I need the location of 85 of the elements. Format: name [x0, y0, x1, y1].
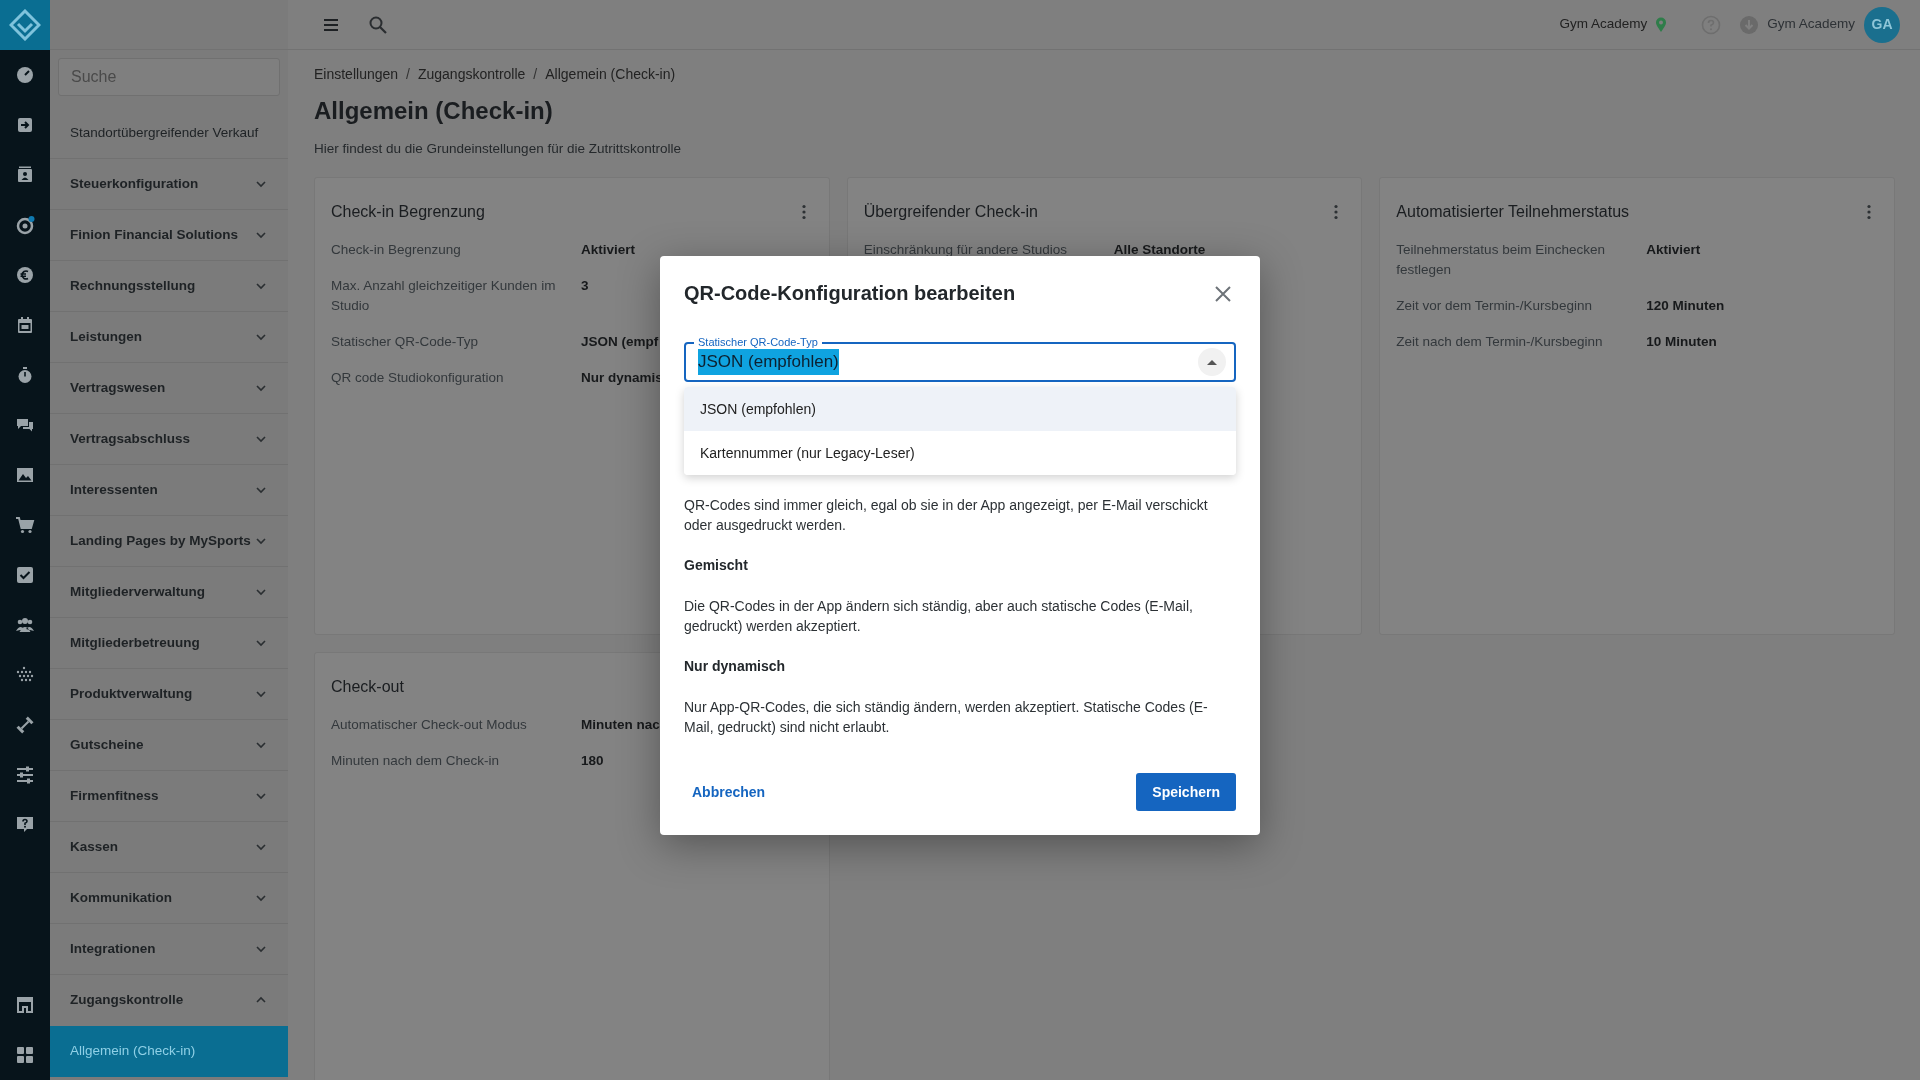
page-subtitle: Hier findest du die Grundeinstellungen für die Zutrittskontrolle — [314, 140, 682, 158]
breadcrumb-link[interactable]: Einstellungen — [314, 64, 399, 85]
setting-value: Aktiviert — [1646, 241, 1701, 260]
setting-label: Automatischer Check-out Modus — [331, 716, 528, 735]
sidebar-item[interactable]: Vertragsabschluss — [50, 414, 288, 465]
breadcrumb-link[interactable]: Zugangskontrolle — [417, 64, 526, 85]
search-icon[interactable] — [368, 14, 388, 35]
setting-value: 120 Minuten — [1646, 297, 1725, 316]
location-name[interactable]: Gym Academy — [1559, 14, 1648, 35]
setting-value: 3 — [581, 277, 589, 296]
sidebar-item[interactable]: Zugangskontrolle — [50, 975, 288, 1026]
cancel-button[interactable]: Abbrechen — [684, 775, 774, 809]
help-bubble-icon[interactable] — [15, 815, 35, 835]
sidebar-item[interactable]: Mitgliederbetreuung — [50, 618, 288, 669]
setting-label: Minuten nach dem Check-in — [331, 752, 501, 771]
card-title: Automatisierter Teilnehmerstatus — [1396, 202, 1630, 223]
setting-value: 10 Minuten — [1646, 333, 1717, 352]
dropdown-option[interactable]: JSON (empfohlen) — [684, 387, 1236, 431]
setting-value: JSON (empf — [581, 333, 659, 352]
setting-label: Statischer QR-Code-Typ — [331, 333, 480, 352]
setting-value: Nur dynamis — [581, 369, 663, 388]
field-value: JSON (empfohlen) — [698, 349, 839, 375]
logo-icon[interactable] — [9, 9, 41, 41]
sidebar-item[interactable]: Leistungen — [50, 312, 288, 363]
people-icon[interactable] — [15, 615, 35, 635]
sidebar-item[interactable]: Integrationen — [50, 924, 288, 975]
card-title: Check-out — [331, 677, 404, 698]
save-button[interactable]: Speichern — [1136, 773, 1236, 811]
description-text: Nur App-QR-Codes, die sich ständig ändern, werden akzeptiert. Statische Codes (E-Mail, gedruckt) sind nicht erlaubt. — [684, 698, 1209, 737]
target-icon[interactable] — [15, 215, 35, 235]
dialog-title: QR-Code-Konfiguration bearbeiten — [684, 281, 1016, 306]
setting-label: Einschränkung für andere Studios — [863, 241, 1069, 260]
sidebar-item[interactable]: Rechnungsstellung — [50, 261, 288, 312]
setting-label: Max. Anzahl gleichzeitiger Kunden im Studio — [331, 277, 557, 316]
sidebar-item[interactable]: Kommunikation — [50, 873, 288, 924]
user-avatar[interactable]: GA — [1864, 6, 1900, 43]
section-heading: Nur dynamisch — [684, 657, 787, 676]
store-icon[interactable] — [15, 995, 35, 1015]
gauge-icon[interactable] — [15, 65, 35, 85]
checkbox-icon[interactable] — [15, 565, 35, 585]
setting-label: Zeit vor dem Termin-/Kursbeginn — [1396, 297, 1593, 316]
setting-label: QR code Studiokonfiguration — [331, 369, 505, 388]
description-text: Die QR-Codes in der App ändern sich ständig, aber auch statische Codes (E-Mail, gedruckt) werden akzeptiert. — [684, 597, 1194, 636]
cart-icon[interactable] — [15, 515, 35, 535]
close-icon[interactable] — [1214, 284, 1232, 303]
setting-value: Aktiviert — [581, 241, 636, 260]
euro-icon[interactable] — [15, 265, 35, 285]
pin-icon — [1655, 16, 1668, 33]
sidebar-item[interactable]: Interessenten — [50, 465, 288, 516]
grid-icon[interactable] — [15, 1045, 35, 1065]
caret-up-icon[interactable] — [1207, 359, 1217, 365]
sidebar-item[interactable]: Standortübergreifender Verkauf — [50, 108, 288, 159]
card-title: Übergreifender Check-in — [863, 202, 1038, 223]
dumbbell-icon[interactable] — [15, 715, 35, 735]
sidebar-item[interactable]: Firmenfitness — [50, 771, 288, 822]
field-label: Statischer QR-Code-Typ — [694, 335, 822, 349]
calendar-icon[interactable] — [15, 315, 35, 335]
sidebar-item[interactable]: Finion Financial Solutions — [50, 210, 288, 261]
page-title: Allgemein (Check-in) — [314, 96, 554, 126]
sidebar-item[interactable]: Steuerkonfiguration — [50, 159, 288, 210]
sidebar-item[interactable]: Mitgliederverwaltung — [50, 567, 288, 618]
login-icon[interactable] — [15, 115, 35, 135]
setting-value: Minuten nac — [581, 716, 660, 735]
sidebar-item[interactable]: Landing Pages by MySports — [50, 516, 288, 567]
sidebar-item[interactable]: Gutscheine — [50, 720, 288, 771]
sidebar-item[interactable]: Vertragswesen — [50, 363, 288, 414]
image-icon[interactable] — [15, 465, 35, 485]
sidebar-item[interactable]: Kassen — [50, 822, 288, 873]
setting-label: Teilnehmerstatus beim Einchecken festlegen — [1396, 241, 1606, 280]
contact-card-icon[interactable] — [15, 165, 35, 185]
sidebar-subitem[interactable]: Allgemein (Check-in) — [50, 1026, 288, 1077]
sidebar-item[interactable]: Produktverwaltung — [50, 669, 288, 720]
setting-label: Zeit nach dem Termin-/Kursbeginn — [1396, 333, 1604, 352]
section-heading: Gemischt — [684, 556, 749, 575]
user-name: Gym Academy — [1767, 15, 1855, 34]
card-title: Check-in Begrenzung — [331, 202, 485, 223]
dropdown-option[interactable]: Kartennummer (nur Legacy-Leser) — [684, 431, 1236, 475]
breadcrumb-separator: / — [406, 65, 410, 84]
setting-label: Check-in Begrenzung — [331, 241, 462, 260]
breadcrumb-separator: / — [533, 65, 538, 84]
setting-value: 180 — [581, 752, 604, 771]
description-text: QR-Codes sind immer gleich, egal ob sie in der App angezeigt, per E-Mail verschickt oder ausgedruckt werden. — [684, 496, 1209, 535]
sliders-icon[interactable] — [15, 765, 35, 785]
menu-icon[interactable] — [323, 17, 339, 32]
setting-value: Alle Standorte — [1113, 241, 1206, 260]
